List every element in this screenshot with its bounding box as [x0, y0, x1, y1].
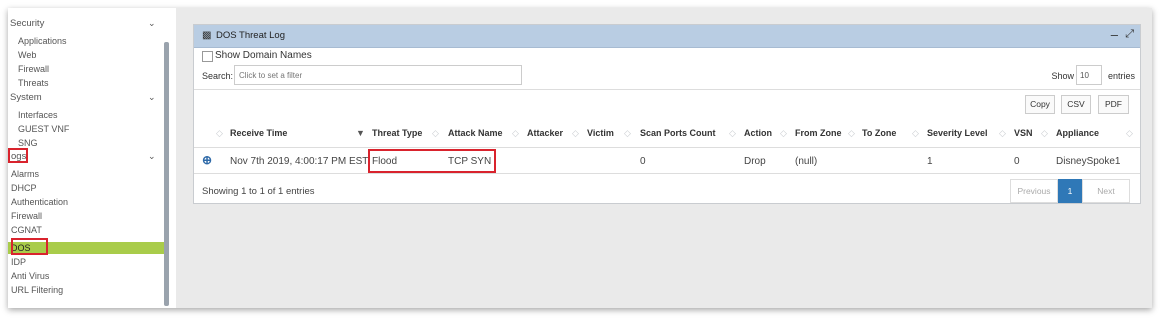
sort-icon: ◇ — [1041, 128, 1048, 138]
chevron-down-icon[interactable]: ⌄ — [148, 18, 156, 29]
sort-icon: ◇ — [780, 128, 787, 138]
cell-appliance: DisneySpoke1 — [1056, 156, 1121, 167]
search-input[interactable] — [234, 65, 522, 85]
column-threat-type[interactable]: Threat Type — [372, 128, 422, 138]
dos-threat-log-panel: ▩ DOS Threat Log – ⤢ Show Domain Names S… — [193, 24, 1141, 204]
highlight-box-logs — [8, 148, 28, 163]
table-row[interactable]: ⊕ Nov 7th 2019, 4:00:17 PM EST Flood TCP… — [194, 149, 1140, 174]
column-to-zone[interactable]: To Zone — [862, 128, 896, 138]
column-from-zone[interactable]: From Zone — [795, 128, 842, 138]
chevron-down-icon[interactable]: ⌄ — [148, 151, 156, 162]
cell-scan-ports-count: 0 — [640, 156, 646, 167]
column-attacker[interactable]: Attacker — [527, 128, 563, 138]
chevron-down-icon[interactable]: ⌄ — [148, 92, 156, 103]
sidebar-item-applications[interactable]: Applications — [18, 36, 67, 46]
column-action[interactable]: Action — [744, 128, 772, 138]
zoom-in-icon[interactable]: ⊕ — [202, 153, 212, 167]
pagination-page-1[interactable]: 1 — [1058, 179, 1082, 203]
table-header: ◇ Receive Time ▼ Threat Type ◇ Attack Na… — [194, 119, 1140, 148]
divider — [194, 89, 1140, 90]
sidebar-item-url-filtering[interactable]: URL Filtering — [11, 285, 63, 295]
entries-label: entries — [1107, 71, 1135, 81]
pagination-previous[interactable]: Previous — [1010, 179, 1058, 203]
table-info: Showing 1 to 1 of 1 entries — [202, 186, 315, 197]
column-severity-level[interactable]: Severity Level — [927, 128, 988, 138]
sidebar-item-web[interactable]: Web — [18, 50, 36, 60]
highlight-box-threat — [368, 149, 496, 173]
sidebar-item-interfaces[interactable]: Interfaces — [18, 110, 58, 120]
cell-severity-level: 1 — [927, 156, 933, 167]
cell-action: Drop — [744, 156, 766, 167]
sidebar-item-dhcp[interactable]: DHCP — [11, 183, 37, 193]
panel-title: DOS Threat Log — [216, 30, 286, 41]
show-domain-names-checkbox[interactable] — [202, 51, 213, 62]
sidebar-item-alarms[interactable]: Alarms — [11, 169, 39, 179]
panel-header: ▩ DOS Threat Log – ⤢ — [194, 25, 1140, 48]
column-vsn[interactable]: VSN — [1014, 128, 1033, 138]
sort-icon: ◇ — [624, 128, 631, 138]
sort-desc-icon[interactable]: ▼ — [356, 128, 365, 138]
sidebar-item-firewall[interactable]: Firewall — [18, 64, 49, 74]
sort-icon: ◇ — [912, 128, 919, 138]
sort-icon: ◇ — [512, 128, 519, 138]
column-attack-name[interactable]: Attack Name — [448, 128, 503, 138]
pdf-button[interactable]: PDF — [1098, 95, 1129, 114]
sort-icon: ◇ — [432, 128, 439, 138]
bar-chart-icon: ▩ — [202, 30, 212, 41]
sort-icon: ◇ — [848, 128, 855, 138]
sidebar-item-sng[interactable]: SNG — [18, 138, 38, 148]
sidebar: Security ⌄ Applications Web Firewall Thr… — [8, 8, 170, 308]
sidebar-section-security[interactable]: Security — [10, 18, 44, 29]
column-receive-time[interactable]: Receive Time — [230, 128, 287, 138]
copy-button[interactable]: Copy — [1025, 95, 1055, 114]
sort-icon: ◇ — [999, 128, 1006, 138]
column-appliance[interactable]: Appliance — [1056, 128, 1099, 138]
sidebar-item-threats[interactable]: Threats — [18, 78, 49, 88]
sort-icon: ◇ — [216, 128, 223, 138]
search-label: Search: — [202, 71, 234, 81]
show-label: Show — [1051, 71, 1074, 81]
sidebar-item-cgnat[interactable]: CGNAT — [11, 225, 42, 235]
main-content: ▩ DOS Threat Log – ⤢ Show Domain Names S… — [176, 8, 1152, 308]
cell-receive-time: Nov 7th 2019, 4:00:17 PM EST — [230, 156, 369, 167]
sidebar-item-idp[interactable]: IDP — [11, 257, 26, 267]
sidebar-section-system[interactable]: System — [10, 92, 42, 103]
expand-icon[interactable]: ⤢ — [1125, 28, 1134, 41]
cell-from-zone: (null) — [795, 156, 818, 167]
pagination-next[interactable]: Next — [1082, 179, 1130, 203]
csv-button[interactable]: CSV — [1061, 95, 1091, 114]
sort-icon: ◇ — [572, 128, 579, 138]
column-scan-ports-count[interactable]: Scan Ports Count — [640, 128, 716, 138]
sort-icon: ◇ — [729, 128, 736, 138]
sort-icon: ◇ — [1126, 128, 1133, 138]
entries-count-input[interactable] — [1076, 65, 1102, 85]
app-window: Security ⌄ Applications Web Firewall Thr… — [8, 8, 1152, 308]
cell-vsn: 0 — [1014, 156, 1020, 167]
highlight-box-dos — [11, 238, 48, 255]
minimize-icon[interactable]: – — [1111, 27, 1118, 42]
sidebar-item-guest-vnf[interactable]: GUEST VNF — [18, 124, 69, 134]
sidebar-scrollbar[interactable] — [164, 42, 169, 306]
show-domain-names-label: Show Domain Names — [215, 50, 312, 61]
sidebar-item-authentication[interactable]: Authentication — [11, 197, 68, 207]
column-victim[interactable]: Victim — [587, 128, 614, 138]
sidebar-item-anti-virus[interactable]: Anti Virus — [11, 271, 49, 281]
sidebar-item-firewall-log[interactable]: Firewall — [11, 211, 42, 221]
